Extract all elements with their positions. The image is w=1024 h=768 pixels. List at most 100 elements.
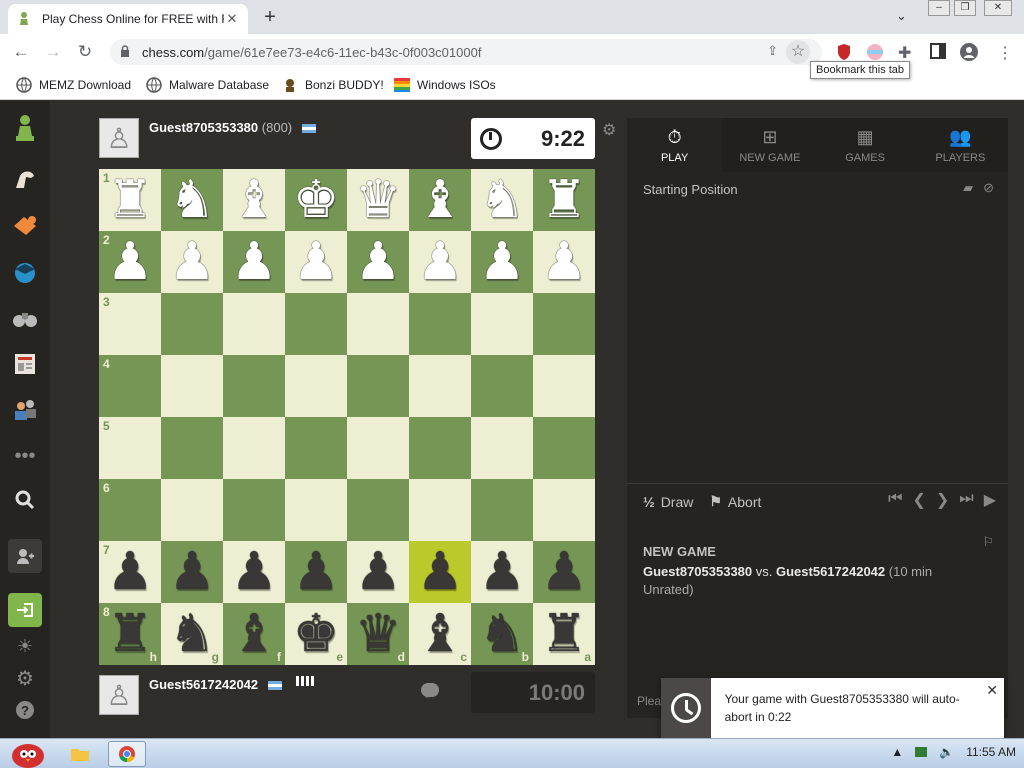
white-pawn-icon[interactable]: ♟: [541, 236, 588, 288]
board-square[interactable]: ♟: [409, 541, 471, 603]
bookmark-item[interactable]: Windows ISOs: [394, 76, 496, 94]
board-square[interactable]: [533, 293, 595, 355]
kebab-menu-icon[interactable]: ⋮: [996, 43, 1014, 62]
board-square[interactable]: [409, 417, 471, 479]
avatar[interactable]: ♙: [99, 675, 139, 715]
board-square[interactable]: g ♞: [161, 603, 223, 665]
close-tab-icon[interactable]: ✕: [224, 11, 240, 27]
player1-name[interactable]: Guest8705353380: [643, 564, 752, 579]
board-square[interactable]: 1 ♜: [99, 169, 161, 231]
close-icon[interactable]: ✕: [986, 682, 998, 699]
restore-button[interactable]: ❐: [954, 0, 976, 16]
board-square[interactable]: b ♞: [471, 603, 533, 665]
white-bishop-icon[interactable]: ♝: [231, 174, 278, 226]
white-pawn-icon[interactable]: ♟: [417, 236, 464, 288]
black-bishop-icon[interactable]: ♝: [417, 608, 464, 660]
board-square[interactable]: ♞: [471, 169, 533, 231]
white-rook-icon[interactable]: ♜: [107, 174, 154, 226]
tab-new-game[interactable]: ⊞ NEW GAME: [722, 118, 817, 172]
board-square[interactable]: [533, 355, 595, 417]
board-square[interactable]: [471, 355, 533, 417]
board-square[interactable]: 6: [99, 479, 161, 541]
board-square[interactable]: ♟: [409, 231, 471, 293]
board-square[interactable]: ♟: [533, 541, 595, 603]
board-square[interactable]: 8 h ♜: [99, 603, 161, 665]
network-icon[interactable]: [915, 747, 928, 757]
board-square[interactable]: ♟: [471, 231, 533, 293]
player-name[interactable]: Guest5617242042: [149, 677, 282, 692]
player-name[interactable]: Guest8705353380 (800): [149, 120, 316, 135]
board-square[interactable]: [285, 293, 347, 355]
white-knight-icon[interactable]: ♞: [479, 174, 526, 226]
close-window-button[interactable]: ✕: [984, 0, 1012, 16]
bookmark-star-icon[interactable]: ☆: [786, 40, 810, 64]
tab-play[interactable]: ⏱ PLAY: [627, 118, 723, 172]
folder-icon[interactable]: [66, 741, 94, 767]
black-pawn-icon[interactable]: ♟: [169, 546, 216, 598]
board-square[interactable]: ♟: [533, 231, 595, 293]
puzzle-piece-icon[interactable]: [10, 165, 40, 195]
board-square[interactable]: ♟: [347, 231, 409, 293]
board-square[interactable]: a ♜: [533, 603, 595, 665]
white-knight-icon[interactable]: ♞: [169, 174, 216, 226]
search-icon[interactable]: [10, 485, 40, 515]
report-icon[interactable]: ⚐: [982, 534, 994, 550]
board-square[interactable]: [347, 293, 409, 355]
more-dots-icon[interactable]: •••: [10, 441, 40, 471]
board-square[interactable]: c ♝: [409, 603, 471, 665]
forward-arrow-icon[interactable]: →: [42, 41, 64, 63]
black-pawn-icon[interactable]: ♟: [293, 546, 340, 598]
board-square[interactable]: ♛: [347, 169, 409, 231]
board-square[interactable]: 7 ♟: [99, 541, 161, 603]
board-square[interactable]: [285, 417, 347, 479]
start-button[interactable]: [4, 741, 52, 768]
black-queen-icon[interactable]: ♛: [355, 608, 402, 660]
white-pawn-icon[interactable]: ♟: [231, 236, 278, 288]
news-icon[interactable]: [10, 349, 40, 379]
tab-players[interactable]: 👥 PLAYERS: [913, 118, 1008, 172]
chevron-down-icon[interactable]: ⌄: [896, 8, 907, 24]
black-pawn-icon[interactable]: ♟: [231, 546, 278, 598]
board-square[interactable]: [223, 293, 285, 355]
board-square[interactable]: [161, 479, 223, 541]
board-square[interactable]: ♞: [161, 169, 223, 231]
tab-games[interactable]: ▦ GAMES: [818, 118, 913, 172]
board-square[interactable]: [223, 479, 285, 541]
black-pawn-icon[interactable]: ♟: [417, 546, 464, 598]
board-square[interactable]: 4: [99, 355, 161, 417]
address-bar[interactable]: chess.com/game/61e7ee73-e4c6-11ec-b43c-0…: [110, 39, 822, 65]
board-square[interactable]: [471, 417, 533, 479]
tray-arrow-icon[interactable]: ▲: [891, 745, 903, 759]
clock-time[interactable]: 11:55 AM: [966, 745, 1016, 759]
volume-icon[interactable]: 🔈: [939, 745, 954, 759]
player2-name[interactable]: Guest5617242042: [776, 564, 885, 579]
black-bishop-icon[interactable]: ♝: [231, 608, 278, 660]
share-icon[interactable]: ⇪: [767, 43, 778, 59]
board-square[interactable]: ♝: [223, 169, 285, 231]
white-queen-icon[interactable]: ♛: [355, 174, 402, 226]
board-square[interactable]: ♜: [533, 169, 595, 231]
login-button[interactable]: [8, 593, 42, 627]
prev-move-icon[interactable]: ❮: [912, 490, 925, 510]
board-square[interactable]: [285, 355, 347, 417]
board-square[interactable]: [161, 417, 223, 479]
white-king-icon[interactable]: ♚: [293, 174, 340, 226]
board-square[interactable]: [409, 355, 471, 417]
board-square[interactable]: d ♛: [347, 603, 409, 665]
board-square[interactable]: [471, 293, 533, 355]
profile-avatar-icon[interactable]: [960, 43, 978, 61]
black-king-icon[interactable]: ♚: [293, 608, 340, 660]
help-icon[interactable]: ?: [10, 695, 40, 725]
board-square[interactable]: ♟: [347, 541, 409, 603]
add-friend-button[interactable]: [8, 539, 42, 573]
board-square[interactable]: f ♝: [223, 603, 285, 665]
board-square[interactable]: ♟: [161, 231, 223, 293]
white-rook-icon[interactable]: ♜: [541, 174, 588, 226]
white-pawn-icon[interactable]: ♟: [479, 236, 526, 288]
board-square[interactable]: ♟: [223, 541, 285, 603]
sidepanel-icon[interactable]: [930, 43, 948, 61]
theme-toggle-icon[interactable]: ☀: [10, 631, 40, 661]
social-icon[interactable]: [10, 395, 40, 425]
reload-icon[interactable]: ↻: [74, 41, 96, 63]
next-move-icon[interactable]: ❯: [936, 490, 949, 510]
